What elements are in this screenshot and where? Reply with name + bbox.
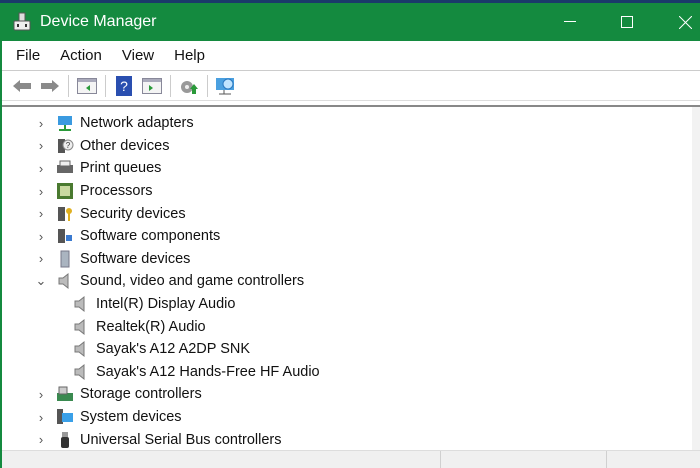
- menu-bar: File Action View Help: [2, 41, 700, 71]
- tree-category-item[interactable]: › Security devices: [2, 202, 700, 225]
- tree-item-label: Realtek(R) Audio: [96, 318, 206, 335]
- software-device-icon: [56, 250, 74, 268]
- tree-item-label: Intel(R) Display Audio: [96, 296, 236, 313]
- device-manager-window: Device Manager File Action View Help ? ›…: [0, 3, 700, 468]
- chevron-right-icon[interactable]: ›: [34, 432, 48, 447]
- tree-device-item[interactable]: Intel(R) Display Audio: [2, 293, 700, 316]
- chevron-right-icon[interactable]: ›: [34, 410, 48, 425]
- tree-item-label: Sayak's A12 A2DP SNK: [96, 341, 251, 358]
- tree-category-item[interactable]: ›? Other devices: [2, 135, 700, 158]
- tree-category-item[interactable]: › Processors: [2, 180, 700, 203]
- menu-view[interactable]: View: [112, 47, 164, 64]
- tree-category-item[interactable]: › System devices: [2, 406, 700, 429]
- system-device-icon: [56, 408, 74, 426]
- chevron-down-icon[interactable]: ⌄: [34, 273, 48, 289]
- device-tree: › Network adapters ›? Other devices › Print q…: [2, 105, 700, 450]
- chevron-right-icon[interactable]: ›: [34, 387, 48, 402]
- help-icon[interactable]: ?: [113, 75, 135, 97]
- status-bar: [2, 450, 700, 468]
- tree-item-label: Other devices: [80, 137, 170, 154]
- tree-category-item[interactable]: › Print queues: [2, 157, 700, 180]
- back-arrow-icon[interactable]: [11, 75, 33, 97]
- tree-item-label: Universal Serial Bus controllers: [80, 431, 282, 448]
- tree-item-label: System devices: [80, 409, 182, 426]
- scan-hardware-changes-icon[interactable]: [215, 75, 237, 97]
- tree-item-label: Software components: [80, 228, 221, 245]
- chevron-right-icon[interactable]: ›: [34, 184, 48, 199]
- tree-item-label: Print queues: [80, 160, 162, 177]
- svg-text:?: ?: [66, 141, 71, 150]
- minimize-button[interactable]: [547, 3, 593, 41]
- network-adapter-icon: [56, 114, 74, 132]
- menu-file[interactable]: File: [6, 47, 50, 64]
- chevron-right-icon[interactable]: ›: [34, 251, 48, 266]
- tree-item-label: Network adapters: [80, 115, 194, 132]
- tree-category-item[interactable]: › Storage controllers: [2, 383, 700, 406]
- usb-icon: [56, 431, 74, 449]
- forward-arrow-icon[interactable]: [39, 75, 61, 97]
- tree-device-item[interactable]: Realtek(R) Audio: [2, 315, 700, 338]
- menu-help[interactable]: Help: [164, 47, 215, 64]
- show-hide-console-tree-icon[interactable]: [76, 75, 98, 97]
- toolbar-divider: [105, 74, 106, 97]
- chevron-right-icon[interactable]: ›: [34, 116, 48, 131]
- tree-item-label: Software devices: [80, 250, 191, 267]
- toolbar-divider: [207, 74, 208, 97]
- update-driver-icon[interactable]: [178, 75, 200, 97]
- toolbar-divider: [68, 74, 69, 97]
- tree-category-item[interactable]: › Software components: [2, 225, 700, 248]
- show-action-pane-icon[interactable]: [141, 75, 163, 97]
- close-button[interactable]: [662, 3, 700, 41]
- tree-item-label: Security devices: [80, 205, 186, 222]
- toolbar: ?: [2, 71, 700, 101]
- maximize-button[interactable]: [604, 3, 650, 41]
- device-manager-app-icon: [13, 12, 31, 32]
- tree-category-item[interactable]: › Universal Serial Bus controllers: [2, 428, 700, 451]
- chevron-right-icon[interactable]: ›: [34, 161, 48, 176]
- toolbar-divider: [170, 74, 171, 97]
- chevron-right-icon[interactable]: ›: [34, 138, 48, 153]
- unknown-device-icon: ?: [56, 137, 74, 155]
- printer-icon: [56, 159, 74, 177]
- vertical-scrollbar[interactable]: [692, 107, 700, 450]
- tree-item-label: Sound, video and game controllers: [80, 273, 305, 290]
- tree-device-item[interactable]: Sayak's A12 A2DP SNK: [2, 338, 700, 361]
- speaker-icon: [72, 295, 90, 313]
- title-bar: Device Manager: [2, 3, 700, 41]
- tree-item-label: Processors: [80, 183, 153, 200]
- tree-device-item[interactable]: Sayak's A12 Hands-Free HF Audio: [2, 361, 700, 384]
- window-title: Device Manager: [40, 13, 157, 30]
- tree-item-label: Storage controllers: [80, 386, 202, 403]
- speaker-icon: [56, 272, 74, 290]
- software-component-icon: [56, 227, 74, 245]
- tree-category-item[interactable]: › Software devices: [2, 248, 700, 271]
- tree-category-item[interactable]: › Network adapters: [2, 112, 700, 135]
- tree-category-item[interactable]: ⌄ Sound, video and game controllers: [2, 270, 700, 293]
- menu-action[interactable]: Action: [50, 47, 112, 64]
- chevron-right-icon[interactable]: ›: [34, 229, 48, 244]
- security-key-icon: [56, 205, 74, 223]
- speaker-icon: [72, 318, 90, 336]
- speaker-icon: [72, 363, 90, 381]
- storage-controller-icon: [56, 385, 74, 403]
- tree-item-label: Sayak's A12 Hands-Free HF Audio: [96, 363, 320, 380]
- chevron-right-icon[interactable]: ›: [34, 206, 48, 221]
- svg-text:?: ?: [120, 78, 128, 94]
- processor-icon: [56, 182, 74, 200]
- speaker-icon: [72, 340, 90, 358]
